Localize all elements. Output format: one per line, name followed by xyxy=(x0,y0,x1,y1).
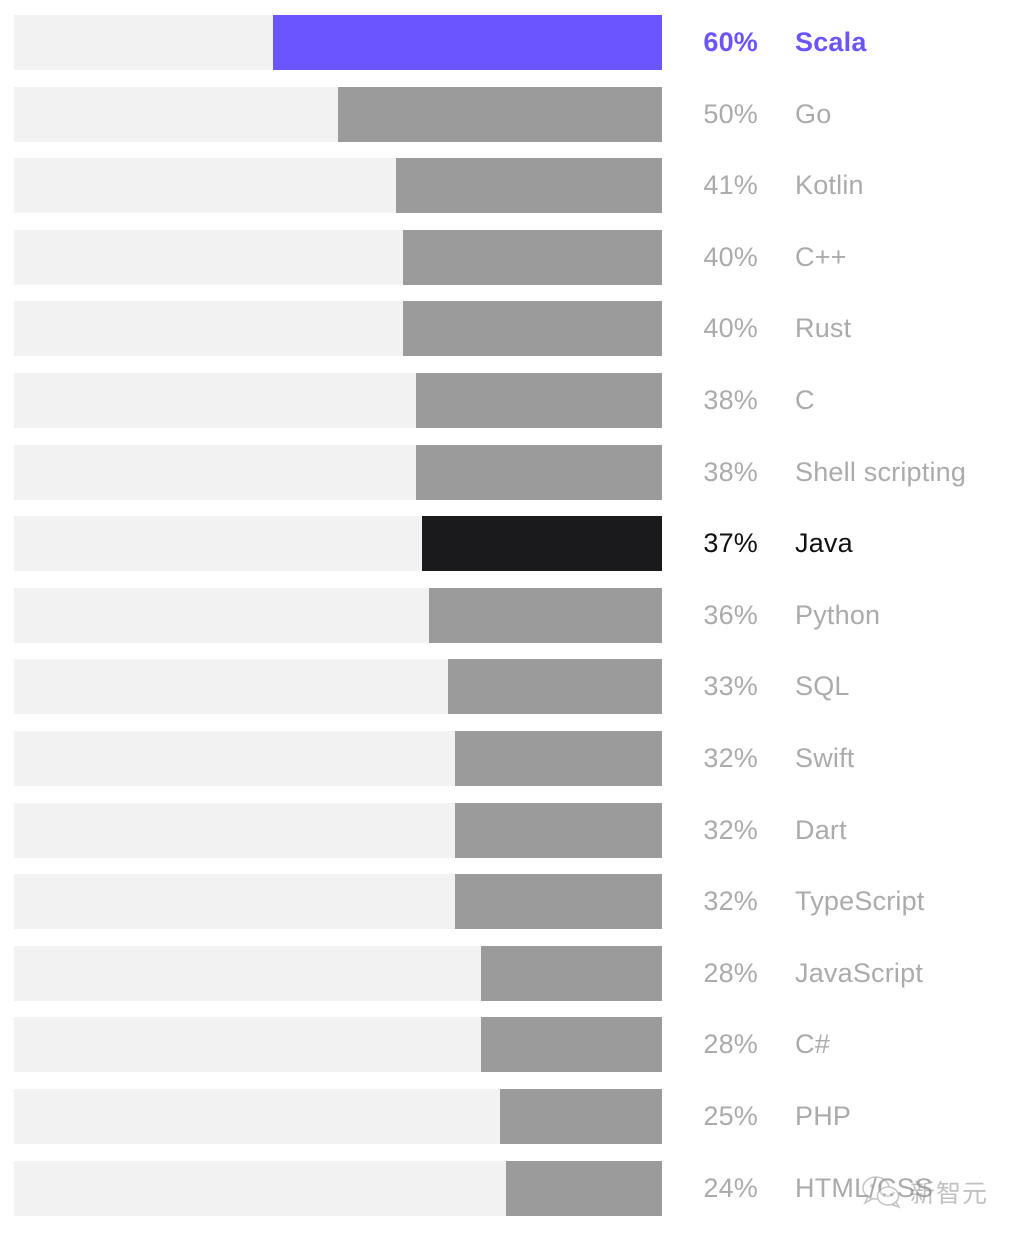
bar-fill xyxy=(415,444,662,500)
bar-track xyxy=(14,1089,662,1144)
bar-category-label: Shell scripting xyxy=(795,456,967,487)
chart-row: 38% C xyxy=(0,373,1009,428)
bar-track xyxy=(14,1017,662,1073)
chart-row: 36% Python xyxy=(0,587,1009,643)
bar-category-label: JavaScript xyxy=(795,957,924,988)
bar-value-label: 25% xyxy=(703,1101,758,1131)
chart-row: 37% Java xyxy=(0,516,1009,572)
bar-track xyxy=(14,301,662,357)
bar-fill xyxy=(422,516,662,572)
bar-fill xyxy=(506,1160,662,1216)
bar-fill xyxy=(480,1017,662,1073)
bar-track xyxy=(14,158,662,214)
bar-category-label: Java xyxy=(795,528,853,559)
bar-track xyxy=(14,587,662,643)
chart-row: 40% Rust xyxy=(0,301,1009,357)
bar-track xyxy=(14,874,662,930)
bar-value-label: 50% xyxy=(703,98,758,129)
chart-row: 32% Swift xyxy=(0,731,1009,786)
bar-value-label: 38% xyxy=(703,385,758,415)
bar-fill xyxy=(454,731,662,786)
bar-fill xyxy=(454,874,662,930)
bar-category-label: TypeScript xyxy=(795,886,925,917)
bar-value-label: 40% xyxy=(703,313,758,344)
bar-track xyxy=(14,229,662,285)
bar-fill xyxy=(273,15,662,70)
bar-category-label: Rust xyxy=(795,313,852,344)
bar-track xyxy=(14,15,662,70)
chart-row: 28% C# xyxy=(0,1017,1009,1073)
bar-fill xyxy=(448,659,662,715)
bar-category-label: HTML/CSS xyxy=(795,1172,934,1203)
bar-category-label: C# xyxy=(795,1029,830,1060)
chart-row: 24% HTML/CSS xyxy=(0,1160,1009,1216)
chart-row: 50% Go xyxy=(0,86,1009,142)
bar-value-label: 41% xyxy=(703,170,758,201)
bar-value-label: 28% xyxy=(703,957,758,988)
chart-row: 41% Kotlin xyxy=(0,158,1009,214)
bar-fill xyxy=(415,373,662,428)
bar-track xyxy=(14,731,662,786)
bar-fill xyxy=(338,86,662,142)
bar-track xyxy=(14,945,662,1001)
bar-value-label: 38% xyxy=(703,456,758,487)
bar-category-label: C xyxy=(795,385,815,415)
bar-category-label: C++ xyxy=(795,241,847,272)
chart-row: 32% TypeScript xyxy=(0,874,1009,930)
bar-category-label: Kotlin xyxy=(795,170,864,201)
bar-fill xyxy=(480,945,662,1001)
chart-row: 40% C++ xyxy=(0,229,1009,285)
bar-value-label: 24% xyxy=(703,1172,758,1203)
bar-fill xyxy=(428,587,662,643)
bar-value-label: 28% xyxy=(703,1029,758,1060)
bar-track xyxy=(14,1160,662,1216)
bar-value-label: 32% xyxy=(703,743,758,773)
bar-track xyxy=(14,373,662,428)
bar-category-label: Dart xyxy=(795,814,847,845)
bar-value-label: 33% xyxy=(703,671,758,702)
bar-category-label: SQL xyxy=(795,671,850,702)
chart-row: 33% SQL xyxy=(0,659,1009,715)
bar-fill xyxy=(402,301,662,357)
chart-row: 32% Dart xyxy=(0,802,1009,858)
bar-category-label: PHP xyxy=(795,1101,852,1131)
bar-value-label: 40% xyxy=(703,241,758,272)
chart-row: 25% PHP xyxy=(0,1089,1009,1144)
chart-row: 60% Scala xyxy=(0,15,1009,70)
bar-track xyxy=(14,444,662,500)
bar-category-label: Python xyxy=(795,599,881,630)
bar-fill xyxy=(402,229,662,285)
bar-track xyxy=(14,659,662,715)
bar-track xyxy=(14,516,662,572)
bar-fill xyxy=(396,158,662,214)
bar-value-label: 36% xyxy=(703,599,758,630)
bar-category-label: Swift xyxy=(795,743,855,773)
bar-value-label: 32% xyxy=(703,886,758,917)
bar-category-label: Go xyxy=(795,98,832,129)
bar-track xyxy=(14,802,662,858)
chart-row: 28% JavaScript xyxy=(0,945,1009,1001)
bar-fill xyxy=(454,802,662,858)
bar-value-label: 32% xyxy=(703,814,758,845)
bar-track xyxy=(14,86,662,142)
bar-value-label: 37% xyxy=(703,528,758,559)
bar-value-label: 60% xyxy=(703,27,758,57)
chart-row: 38% Shell scripting xyxy=(0,444,1009,500)
horizontal-bar-chart: 60% Scala 50% Go 41% Kotlin 40% C++ 40% Rust 38% C 3… xyxy=(0,0,1009,1245)
bar-category-label: Scala xyxy=(795,27,867,57)
bar-fill xyxy=(500,1089,662,1144)
